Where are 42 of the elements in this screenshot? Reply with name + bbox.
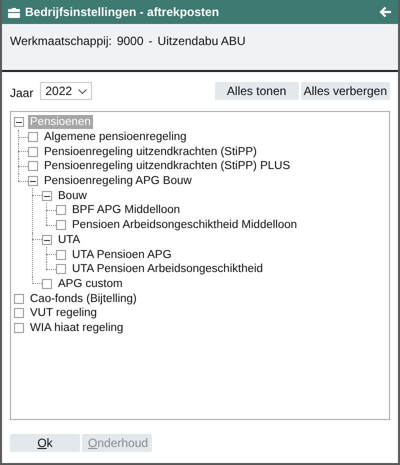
checkbox[interactable] <box>14 294 24 304</box>
company-code: 9000 <box>116 34 144 50</box>
tree-item[interactable]: Pensioenregeling uitzendkrachten (StiPP) <box>42 144 259 159</box>
toolbar-button[interactable]: Alles tonen <box>214 82 299 100</box>
tree-item[interactable]: UTA <box>56 232 82 247</box>
expander-icon[interactable] <box>42 234 52 245</box>
checkbox[interactable] <box>56 264 66 274</box>
toolbar-button[interactable]: Alles verbergen <box>300 82 390 100</box>
tree-item[interactable]: Pensioen Arbeidsongeschiktheid Middelloon <box>70 218 300 232</box>
tree-item[interactable]: UTA Pensioen Arbeidsongeschiktheid <box>70 262 265 276</box>
checkbox[interactable] <box>56 220 66 230</box>
tree-item[interactable]: Pensioenregeling uitzendkrachten (StiPP) PLUS <box>42 159 292 174</box>
back-arrow-icon[interactable] <box>379 6 392 18</box>
checkbox[interactable] <box>56 250 66 260</box>
tree-item[interactable]: WIA hiaat regeling <box>28 320 126 335</box>
separator: - <box>148 34 153 50</box>
tree-item[interactable]: Cao-fonds (Bijtelling) <box>28 292 139 306</box>
company-label: Werkmaatschappij: <box>10 34 112 50</box>
expander-icon[interactable] <box>42 190 52 201</box>
tree-item[interactable]: UTA Pensioen APG <box>70 248 174 262</box>
checkbox[interactable] <box>28 161 38 172</box>
tree-item[interactable]: Pensioenregeling APG Bouw <box>42 174 194 188</box>
ok-button[interactable]: Ok <box>10 434 80 452</box>
tree-item[interactable]: Bouw <box>56 188 89 203</box>
checkbox[interactable] <box>28 146 38 157</box>
year-label: Jaar <box>10 86 34 100</box>
year-dropdown[interactable]: 2022 <box>40 82 92 100</box>
checkbox[interactable] <box>14 308 24 318</box>
expander-icon[interactable] <box>14 117 24 128</box>
company-name: Uitzendabu ABU <box>158 34 246 50</box>
window-title: Bedrijfsinstellingen - aftrekposten <box>25 5 220 19</box>
checkbox[interactable] <box>42 278 52 289</box>
tree-item[interactable]: VUT regeling <box>28 306 99 320</box>
checkbox[interactable] <box>14 322 24 333</box>
chevron-down-icon <box>78 88 88 94</box>
toolbox-icon <box>8 6 20 18</box>
expander-icon[interactable] <box>28 176 38 186</box>
checkbox[interactable] <box>56 205 66 216</box>
tree-item[interactable]: APG custom <box>56 276 125 291</box>
checkbox[interactable] <box>28 132 38 142</box>
tree-item[interactable]: Algemene pensioenregeling <box>42 130 189 144</box>
tree-item[interactable]: BPF APG Middelloon <box>70 203 182 218</box>
